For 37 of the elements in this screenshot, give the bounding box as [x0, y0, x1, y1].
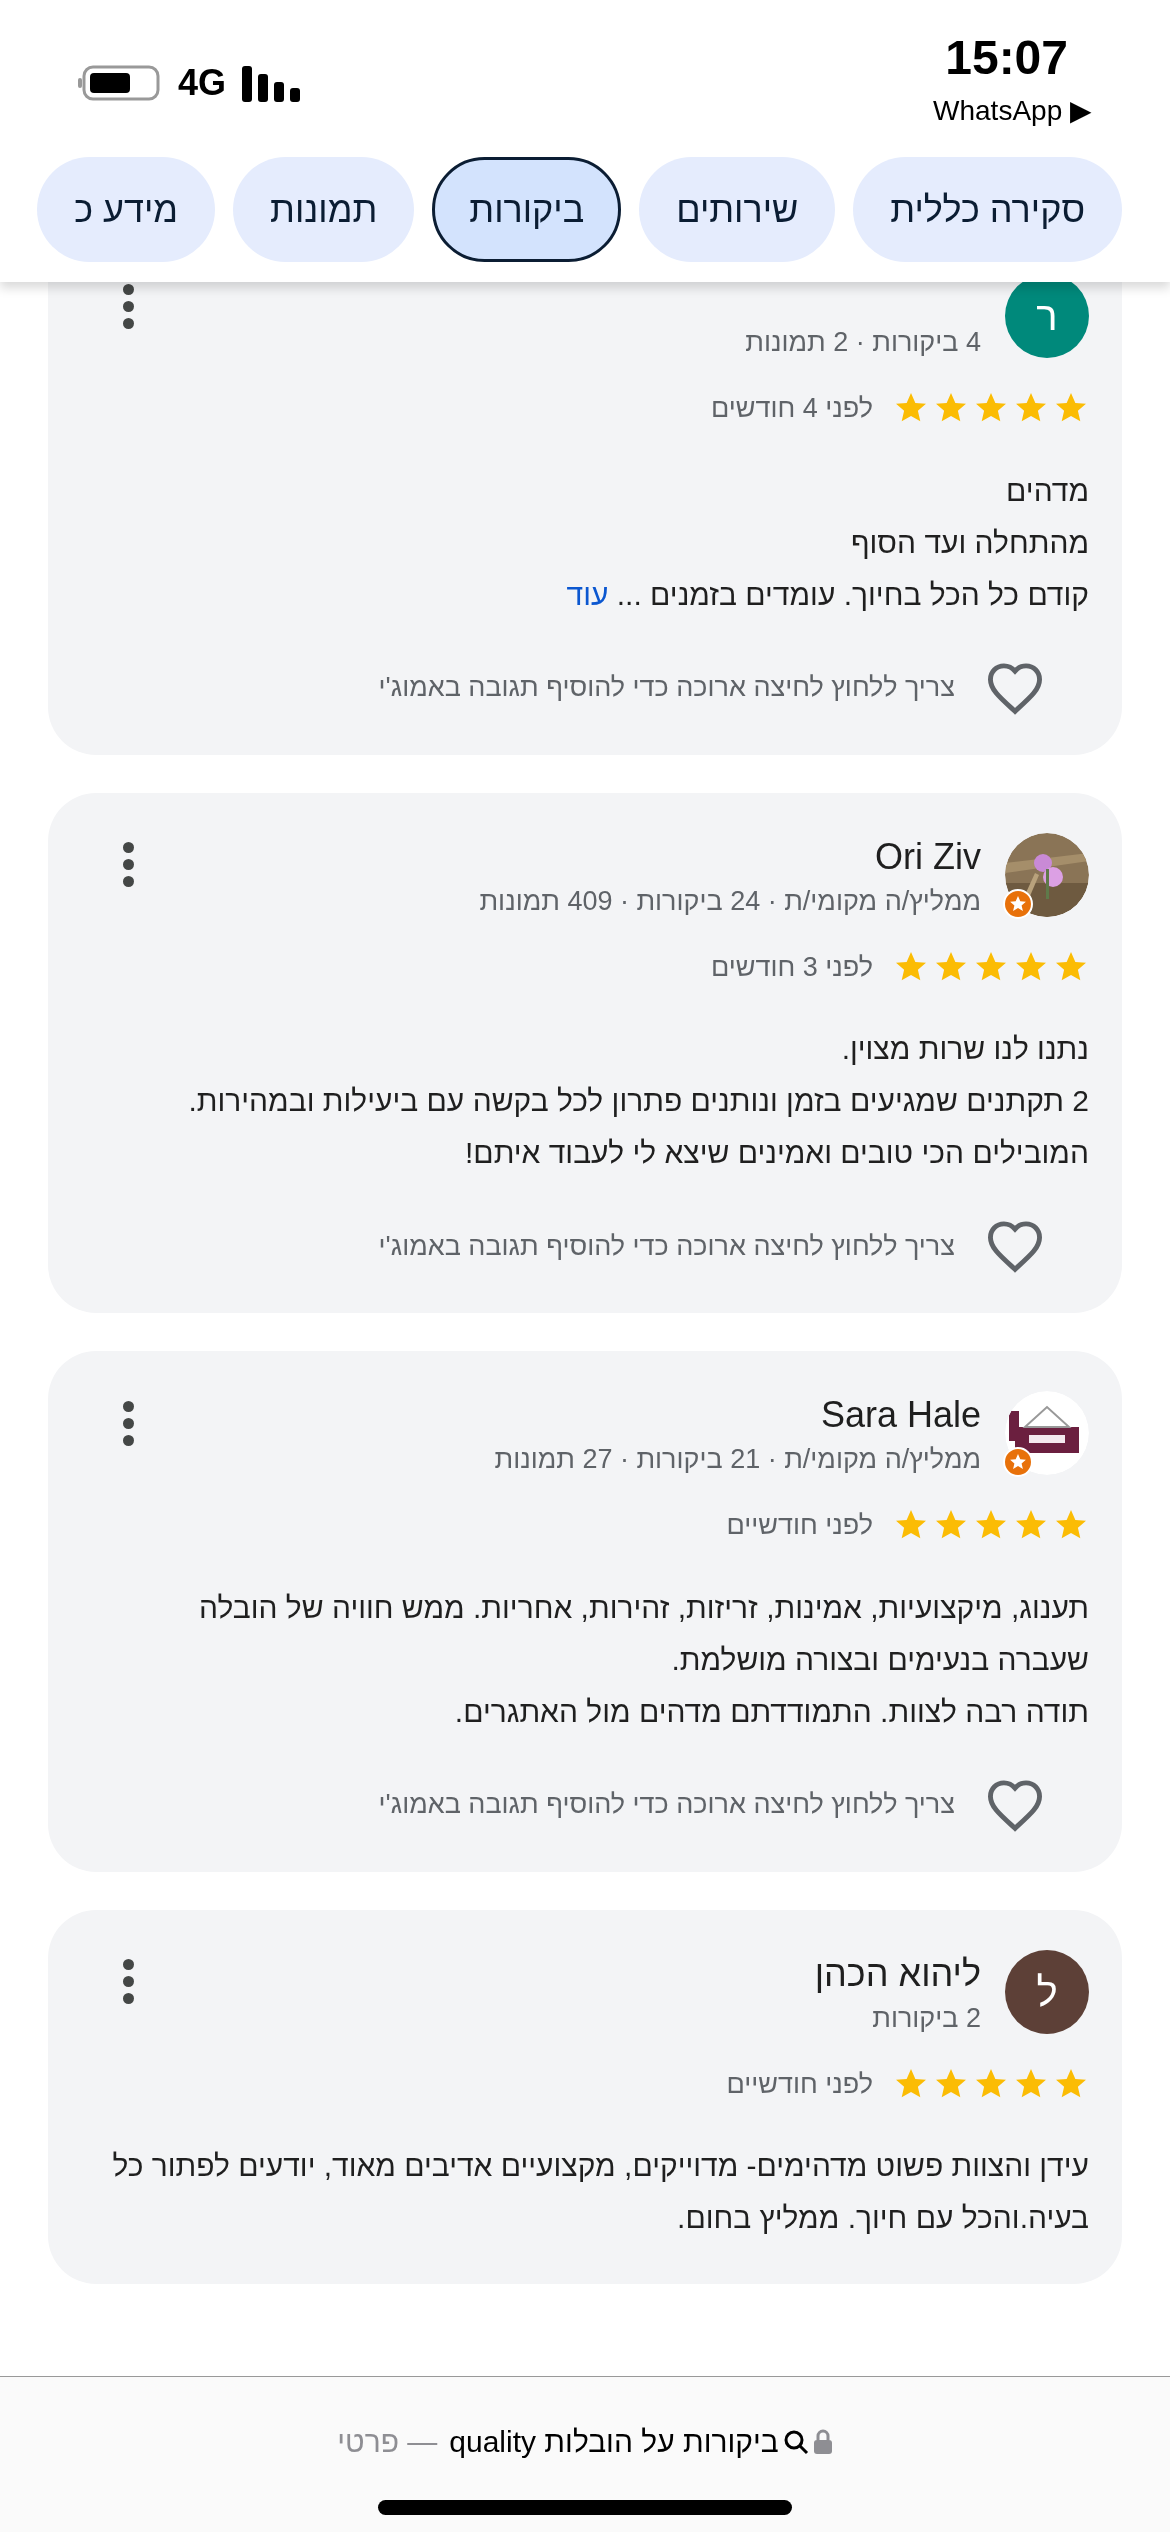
- reviewer-name[interactable]: Ori Ziv: [172, 832, 981, 881]
- tab[interactable]: תמונות: [233, 157, 415, 262]
- reaction-hint: צריך ללחוץ לחיצה ארוכה כדי להוסיף תגובה באמוג'י: [378, 1788, 955, 1822]
- back-to-app-link[interactable]: WhatsApp ▶: [933, 90, 1092, 132]
- network-type: 4G: [178, 61, 227, 105]
- review-date: לפני חודשיים: [726, 1509, 873, 1542]
- clock: 15:07: [945, 30, 1068, 86]
- heart-icon[interactable]: [985, 660, 1045, 715]
- heart-icon[interactable]: [985, 1219, 1045, 1273]
- reviewer-stats: ממליץ/ה מקומי/ת · 24 ביקורות · 409 תמונות: [478, 884, 981, 918]
- heart-icon[interactable]: [985, 1777, 1045, 1832]
- review-date: לפני 3 חודשים: [710, 950, 873, 984]
- battery-icon: [78, 63, 162, 103]
- reaction-hint: צריך ללחוץ לחיצה ארוכה כדי להוסיף תגובה באמוג'י: [378, 1229, 955, 1263]
- reaction-hint: צריך ללחוץ לחיצה ארוכה כדי להוסיף תגובה באמוג'י: [378, 671, 955, 705]
- url-bar[interactable]: ביקורות על הובלות quality — פרטי: [337, 2419, 833, 2464]
- reviewer-stats: ממליץ/ה מקומי/ת · 21 ביקורות · 27 תמונות: [493, 1443, 981, 1476]
- review-date: לפני 4 חודשים: [710, 392, 873, 425]
- review-date: לפני חודשיים: [726, 2067, 873, 2101]
- review-text: נתנו לנו שרות מצוין. 2 תקתנים שמגיעים בזמן ונותנים פתרון לכל בקשה עם ביעילות ובמהירות. המובילים הכי טובים ואמינים שיצא לי לעבוד איתם!: [187, 1031, 1089, 1171]
- reviewer-name[interactable]: ליהוא הכהן: [172, 1949, 981, 1998]
- review-text: מדהים מהתחלה ועד הסוף קודם כל הכל בחיוך. עומדים בזמנים ... עוד: [565, 472, 1089, 613]
- reviewer-stats: 2 ביקורות: [871, 2001, 981, 2035]
- tab[interactable]: מידע כ: [37, 157, 216, 262]
- page-title: ביקורות על הובלות quality: [449, 2424, 779, 2460]
- reviewer-stats: 4 ביקורות · 2 תמונות: [744, 326, 981, 359]
- browsing-mode: — פרטי: [337, 2424, 438, 2460]
- avatar: ל: [1005, 1949, 1089, 2034]
- more-link[interactable]: עוד: [566, 577, 609, 611]
- search-icon: [782, 2428, 809, 2455]
- reviewer-name[interactable]: Sara Hale: [172, 1391, 981, 1439]
- review-text: תענוג, מיקצועיות, אמינות, זריזות, זהירות, אחריות. ממש חוויה של הובלה שעברה בנעימים ובצורה מושלמת. תודה רבה לצוות. התמודדתם מדהים מול האתגרים.: [198, 1589, 1089, 1730]
- tab[interactable]: סקירה כללית: [853, 157, 1122, 262]
- tab[interactable]: ביקורות: [432, 157, 622, 262]
- lock-icon: [812, 2428, 833, 2455]
- review-text: עידן והצוות פשוט מדהימים- מדוייקים, מקצועיים אדיבים מאוד, יודעים לפתור כל בעיה.והכל עם חיוך. ממליץ בחום.: [111, 2148, 1089, 2236]
- tab[interactable]: שירותים: [639, 157, 836, 262]
